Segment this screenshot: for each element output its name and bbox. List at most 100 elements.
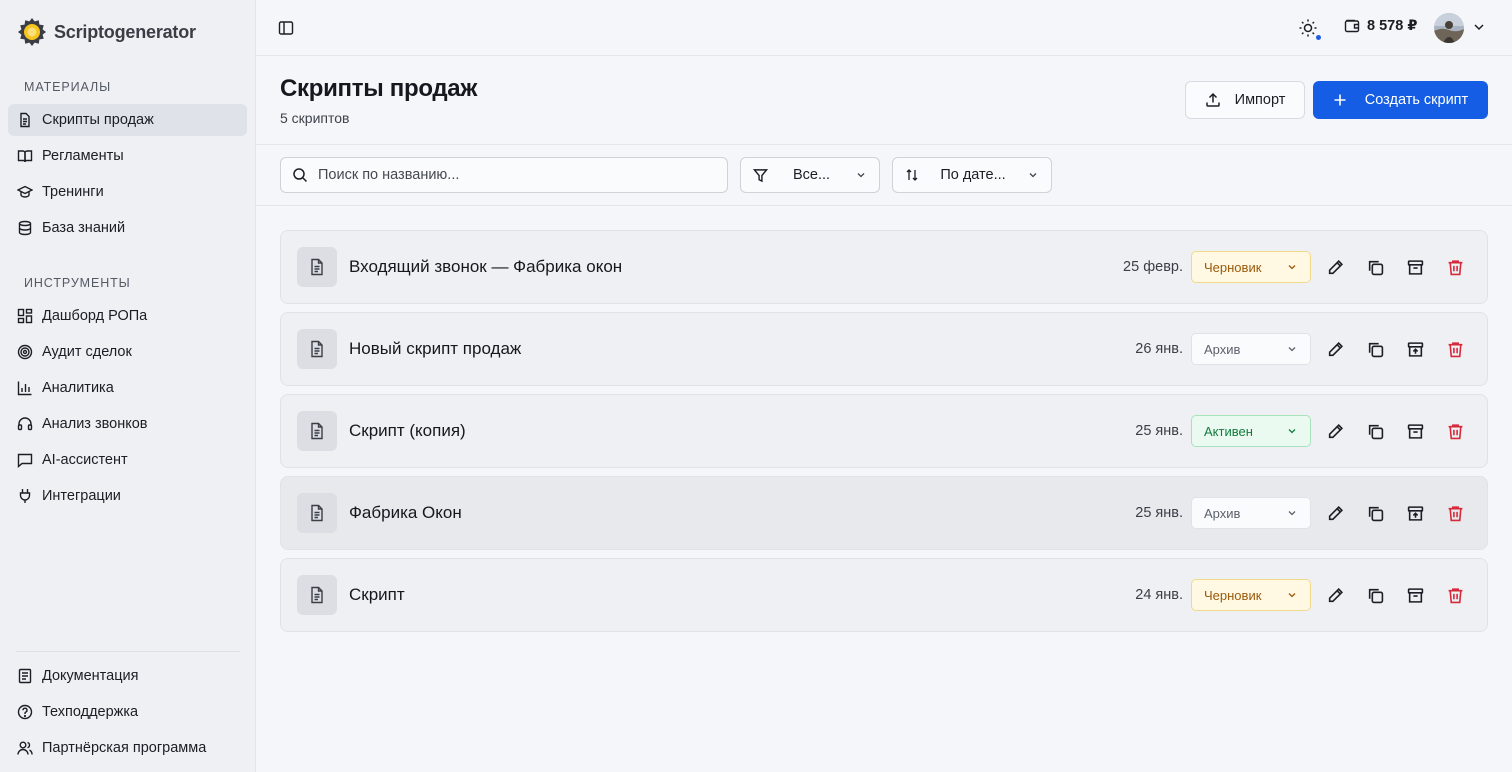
section-title-materials: МАТЕРИАЛЫ: [24, 80, 112, 94]
status-filter-select[interactable]: Все...: [740, 157, 880, 193]
target-icon: [17, 344, 33, 360]
status-filter-value: Все...: [792, 167, 831, 183]
duplicate-button[interactable]: [1365, 585, 1385, 605]
create-script-button[interactable]: Создать скрипт: [1313, 81, 1488, 119]
trash-icon: [1448, 423, 1462, 439]
sidebar-item-analytics[interactable]: Аналитика: [8, 372, 247, 404]
delete-button[interactable]: [1445, 257, 1465, 277]
unarchive-icon: [1407, 505, 1423, 521]
script-title[interactable]: Скрипт: [349, 585, 405, 605]
gear-logo-icon: [18, 18, 46, 46]
delete-button[interactable]: [1445, 421, 1465, 441]
topbar: 8 578 ₽: [256, 0, 1512, 56]
delete-button[interactable]: [1445, 339, 1465, 359]
script-date: 25 янв.: [1135, 505, 1183, 521]
delete-button[interactable]: [1445, 585, 1465, 605]
page-title: Скрипты продаж: [280, 75, 478, 102]
script-count: 5 скриптов: [280, 110, 350, 126]
edit-button[interactable]: [1325, 421, 1345, 441]
duplicate-button[interactable]: [1365, 421, 1385, 441]
plug-icon: [19, 489, 31, 503]
pencil-icon: [1328, 423, 1343, 438]
sidebar-item-ai-assistant[interactable]: AI-ассистент: [8, 444, 247, 476]
sidebar-item-support[interactable]: Техподдержка: [8, 696, 247, 728]
plus-icon: [1334, 94, 1346, 106]
sidebar-item-label: Техподдержка: [42, 704, 139, 720]
script-row[interactable]: Скрипт (копия) 25 янв. Активен: [280, 394, 1488, 468]
archive-icon: [1407, 587, 1423, 603]
sidebar-item-regulations[interactable]: Регламенты: [8, 140, 247, 172]
account-menu-button[interactable]: [1472, 20, 1486, 34]
script-row[interactable]: Новый скрипт продаж 26 янв. Архив: [280, 312, 1488, 386]
search-icon: [293, 168, 308, 183]
chevron-down-icon: [1288, 347, 1296, 352]
script-row[interactable]: Скрипт 24 янв. Черновик: [280, 558, 1488, 632]
status-select[interactable]: Черновик: [1191, 579, 1311, 611]
balance-button[interactable]: 8 578 ₽: [1344, 18, 1417, 34]
duplicate-button[interactable]: [1365, 339, 1385, 359]
archive-button[interactable]: [1405, 421, 1425, 441]
status-select[interactable]: Активен: [1191, 415, 1311, 447]
doc-icon: [18, 668, 32, 684]
sidebar-item-label: Анализ звонков: [42, 416, 148, 432]
script-title[interactable]: Новый скрипт продаж: [349, 339, 521, 359]
edit-button[interactable]: [1325, 257, 1345, 277]
logo[interactable]: Scriptogenerator: [16, 16, 196, 48]
archive-button[interactable]: [1405, 339, 1425, 359]
sidebar-toggle-button[interactable]: [276, 18, 296, 38]
status-value: Активен: [1204, 423, 1253, 439]
trash-icon: [1448, 587, 1462, 603]
archive-button[interactable]: [1405, 257, 1425, 277]
sidebar-item-partner-program[interactable]: Партнёрская программа: [8, 732, 247, 764]
script-title[interactable]: Скрипт (копия): [349, 421, 466, 441]
document-icon: [20, 112, 30, 128]
copy-icon: [1368, 588, 1383, 603]
duplicate-button[interactable]: [1365, 257, 1385, 277]
script-date: 24 янв.: [1135, 587, 1183, 603]
main-content: 8 578 ₽ Скрипты продаж 5 скриптов Импорт…: [256, 0, 1512, 772]
status-select[interactable]: Черновик: [1191, 251, 1311, 283]
script-row[interactable]: Входящий звонок — Фабрика окон 25 февр. …: [280, 230, 1488, 304]
sort-select[interactable]: По дате...: [892, 157, 1052, 193]
archive-button[interactable]: [1405, 503, 1425, 523]
sidebar-item-label: Скрипты продаж: [42, 112, 154, 128]
copy-icon: [1368, 424, 1383, 439]
sidebar-item-deal-audit[interactable]: Аудит сделок: [8, 336, 247, 368]
sidebar-item-documentation[interactable]: Документация: [8, 660, 247, 692]
search-input[interactable]: [318, 167, 718, 183]
graduation-cap-icon: [17, 185, 33, 198]
avatar[interactable]: [1434, 13, 1464, 43]
avatar-photo: [1434, 13, 1464, 43]
delete-button[interactable]: [1445, 503, 1465, 523]
panel-left-icon: [278, 21, 294, 35]
sidebar-item-label: Документация: [42, 668, 139, 684]
script-title[interactable]: Фабрика Окон: [349, 503, 462, 523]
sidebar-item-dashboard[interactable]: Дашборд РОПа: [8, 300, 247, 332]
copy-icon: [1368, 260, 1383, 275]
chevron-down-icon: [1288, 265, 1296, 270]
archive-button[interactable]: [1405, 585, 1425, 605]
status-select[interactable]: Архив: [1191, 333, 1311, 365]
create-label: Создать скрипт: [1364, 92, 1469, 108]
edit-button[interactable]: [1325, 585, 1345, 605]
script-file-icon: [297, 493, 337, 533]
duplicate-button[interactable]: [1365, 503, 1385, 523]
pencil-icon: [1328, 587, 1343, 602]
bar-chart-icon: [17, 381, 32, 396]
edit-button[interactable]: [1325, 339, 1345, 359]
edit-button[interactable]: [1325, 503, 1345, 523]
sidebar-item-label: AI-ассистент: [42, 452, 128, 468]
sun-icon: [1299, 19, 1317, 37]
sidebar-item-integrations[interactable]: Интеграции: [8, 480, 247, 512]
sidebar-item-trainings[interactable]: Тренинги: [8, 176, 247, 208]
import-button[interactable]: Импорт: [1185, 81, 1305, 119]
script-row[interactable]: Фабрика Окон 25 янв. Архив: [280, 476, 1488, 550]
sidebar-item-knowledge-base[interactable]: База знаний: [8, 212, 247, 244]
theme-toggle-button[interactable]: [1298, 18, 1321, 40]
sidebar-item-sales-scripts[interactable]: Скрипты продаж: [8, 104, 247, 136]
status-select[interactable]: Архив: [1191, 497, 1311, 529]
import-label: Импорт: [1234, 92, 1286, 108]
sidebar-item-call-analysis[interactable]: Анализ звонков: [8, 408, 247, 440]
script-title[interactable]: Входящий звонок — Фабрика окон: [349, 257, 622, 277]
script-file-icon: [297, 575, 337, 615]
